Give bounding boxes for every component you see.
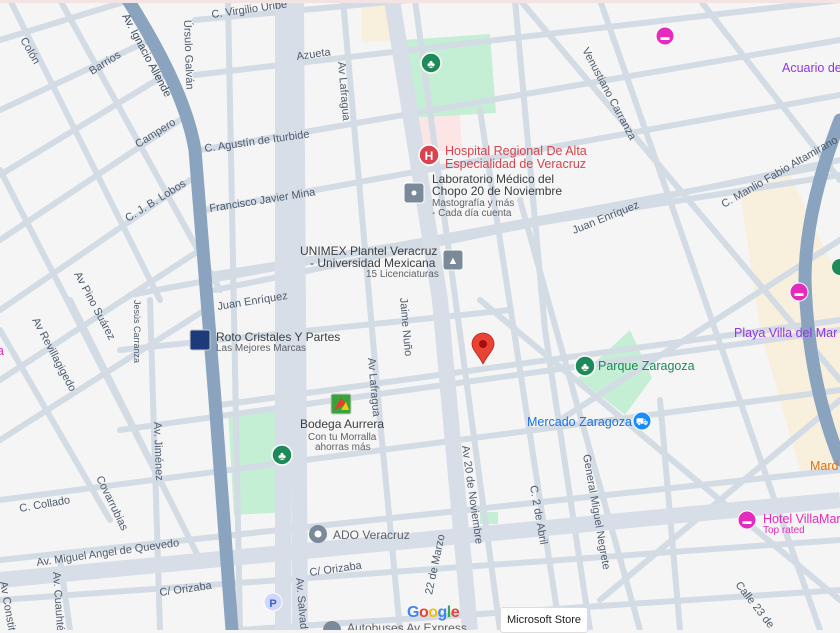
place-sub-laboratorio-2: - Cada día cuenta <box>432 208 512 219</box>
top-edge <box>0 0 840 3</box>
bus-station-marker[interactable] <box>309 525 327 543</box>
place-label-autobuses[interactable]: Autobuses Av Express <box>347 621 467 630</box>
place-label-parque-zaragoza[interactable]: Parque Zaragoza <box>598 359 695 373</box>
market-marker[interactable]: ⛟ <box>632 411 652 431</box>
place-label-hotel-villamar[interactable]: Hotel VillaMar <box>763 512 840 526</box>
hospital-icon: H <box>425 149 434 163</box>
place-label-ado[interactable]: ADO Veracruz <box>333 528 410 542</box>
bus-station-icon <box>314 530 322 538</box>
place-label-roto-cristales[interactable]: Roto Cristales Y Partes <box>216 330 340 344</box>
place-label-hospital-2: Especialidad de Veracruz <box>445 157 586 171</box>
parque-zaragoza-marker[interactable]: ♣ <box>574 355 596 377</box>
place-sub-roto-cristales: Las Mejores Marcas <box>216 343 306 354</box>
street-label: Av. Jiménez <box>151 422 165 481</box>
street-label: C/ Orizaba <box>159 580 214 599</box>
place-label-hospital[interactable]: Hospital Regional De Alta <box>445 144 587 158</box>
park-marker[interactable]: ♣ <box>420 52 442 74</box>
bed-icon: ▬ <box>743 516 752 526</box>
place-label-mercado-zaragoza[interactable]: Mercado Zaragoza <box>527 415 632 429</box>
bodega-aurrera-marker[interactable] <box>330 393 352 415</box>
dot-icon <box>411 190 417 196</box>
street-label: Barrios <box>87 49 123 78</box>
place-label-mardo[interactable]: Mard <box>810 459 839 473</box>
street-label: Campero <box>133 116 178 150</box>
hotel-marker[interactable]: ▬ <box>655 26 675 46</box>
location-pin-icon[interactable] <box>471 332 495 365</box>
bed-icon: ▬ <box>795 288 804 298</box>
place-sub-unimex: 15 Licenciaturas <box>366 269 439 280</box>
bed-icon: ▬ <box>661 32 670 42</box>
hotel-villamar-marker[interactable]: ▬ <box>737 510 757 530</box>
street-label: Av Lafragua <box>365 357 382 418</box>
map-canvas[interactable]: C. Virgilio Uribe Colón Barrios Av. Igna… <box>0 0 840 630</box>
microsoft-store-button[interactable]: Microsoft Store <box>500 607 588 633</box>
hospital-marker[interactable]: H <box>418 144 440 166</box>
parking-icon: P <box>269 598 276 610</box>
school-icon: ▲ <box>448 255 459 267</box>
place-sub-hotel: Top rated <box>763 525 805 536</box>
tree-icon: ♣ <box>427 57 435 71</box>
place-label-playa-villa-del-mar[interactable]: Playa Villa del Mar <box>734 326 837 340</box>
google-logo: Google <box>407 604 460 621</box>
roto-cristales-marker[interactable] <box>189 329 211 351</box>
place-sub-bodega-2: ahorras más <box>315 442 371 453</box>
place-label-laboratorio-2: Chopo 20 de Noviembre <box>432 184 562 198</box>
school-marker[interactable]: ▲ <box>442 249 464 271</box>
cart-icon: ⛟ <box>636 417 649 428</box>
place-label-acuario[interactable]: Acuario de <box>782 61 840 75</box>
street-label: Úrsulo Galván <box>181 20 196 90</box>
road-salvador-diaz-miron <box>288 0 308 630</box>
laboratory-marker[interactable] <box>403 182 425 204</box>
street-label: Venustiano Carranza <box>579 46 638 143</box>
park-marker[interactable]: ♣ <box>271 444 293 466</box>
tree-icon: ♣ <box>581 360 589 374</box>
place-label-unimex-2: - Universidad Mexicana <box>310 256 436 270</box>
place-label-left[interactable]: a <box>0 344 4 358</box>
place-label-bodega-aurrera[interactable]: Bodega Aurrera <box>300 417 384 431</box>
street-label: Jesús Carranza <box>132 300 142 363</box>
street-label: Av Constit <box>0 580 18 630</box>
parking-marker[interactable]: P <box>263 592 283 612</box>
hotel-marker[interactable]: ▬ <box>789 282 809 302</box>
tree-icon: ♣ <box>278 449 286 463</box>
street-label: Jaime Nuño <box>397 297 414 357</box>
street-label: Calle 23 de <box>733 579 777 630</box>
